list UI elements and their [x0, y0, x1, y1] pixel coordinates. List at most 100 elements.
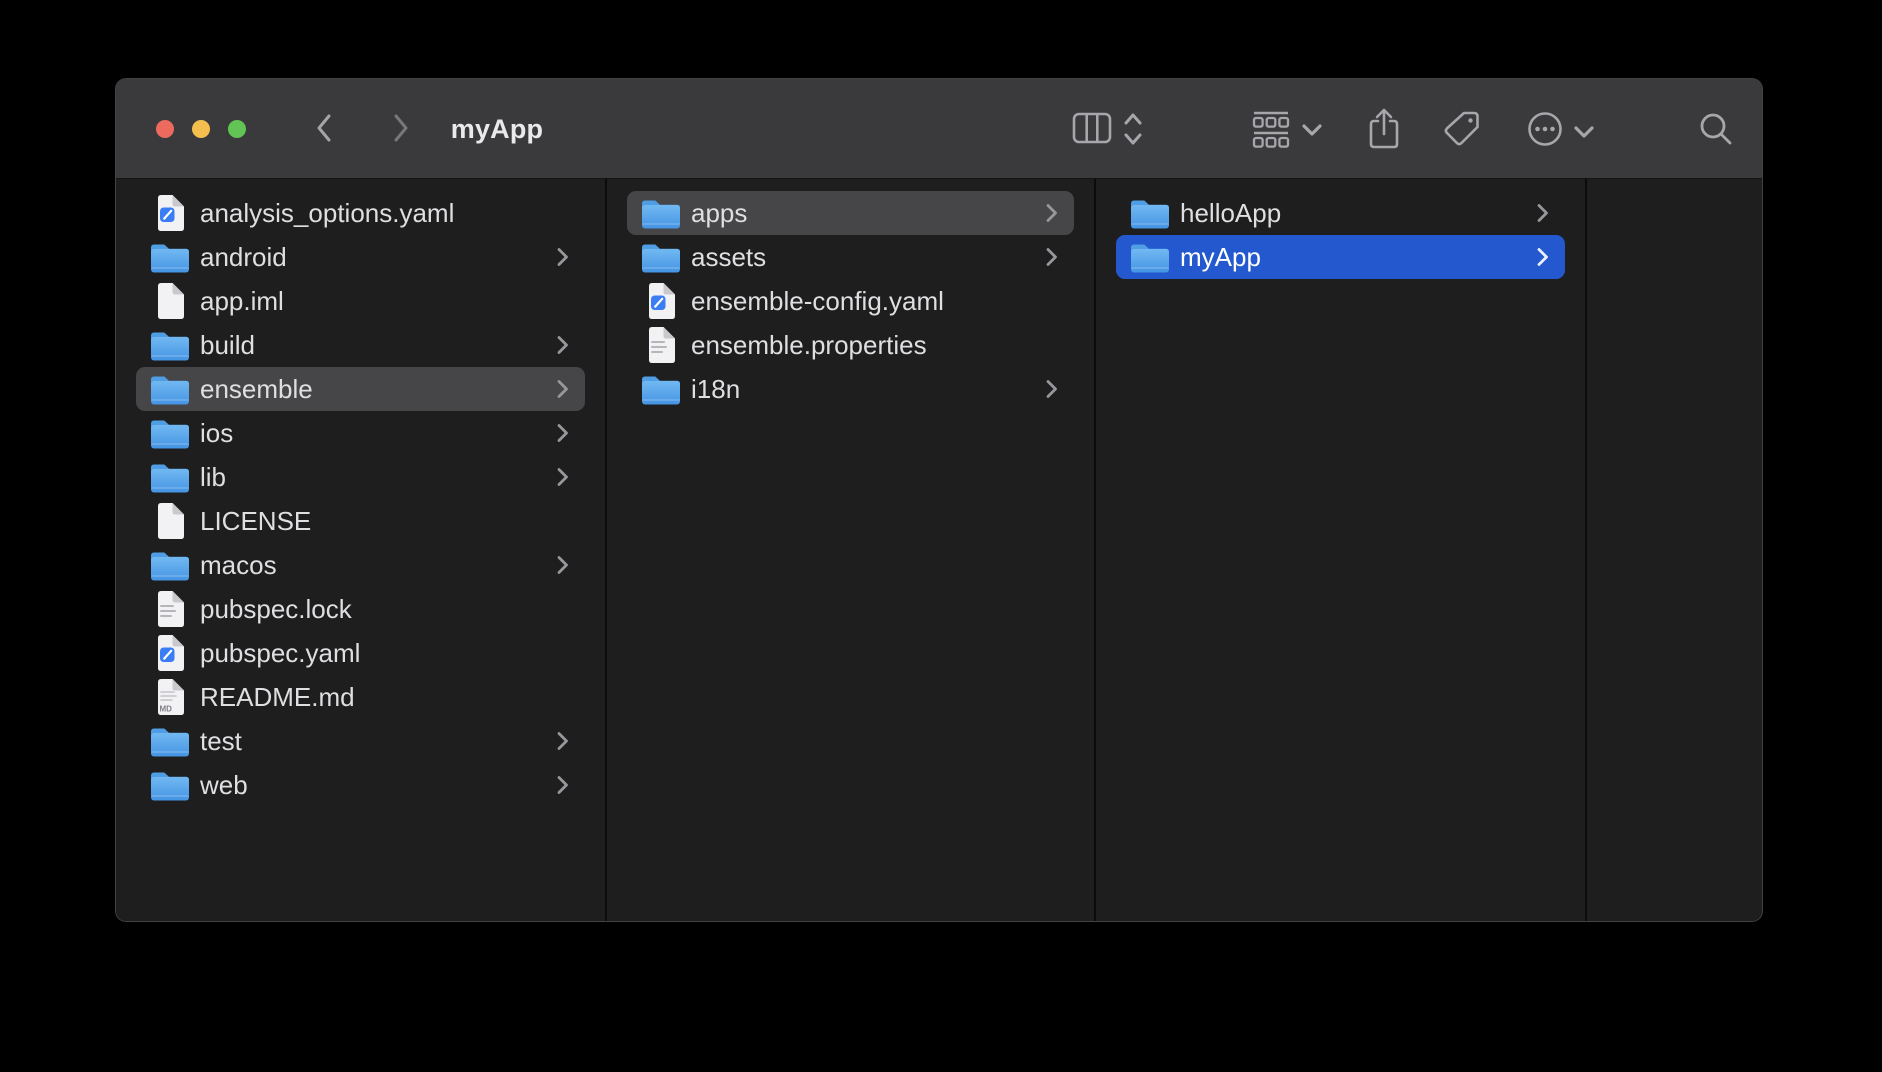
close-button[interactable] [156, 120, 174, 138]
share-button[interactable] [1366, 107, 1402, 153]
folder-row-apps[interactable]: apps [627, 191, 1074, 235]
file-row-license[interactable]: LICENSE [136, 499, 585, 543]
yaml-file-icon [640, 281, 682, 321]
folder-row-helloapp[interactable]: helloApp [1116, 191, 1565, 235]
more-options-icon [1526, 110, 1564, 151]
item-label: assets [691, 242, 1033, 273]
folder-row-test[interactable]: test [136, 719, 585, 763]
tags-button[interactable] [1441, 109, 1483, 151]
group-by-chevron-icon [1301, 123, 1323, 140]
item-label: build [200, 330, 544, 361]
folder-icon [640, 369, 682, 409]
more-options-chevron-icon [1573, 125, 1595, 142]
chevron-right-icon [556, 422, 569, 444]
file-row-ensemble-properties[interactable]: ensemble.properties [627, 323, 1074, 367]
folder-row-i18n[interactable]: i18n [627, 367, 1074, 411]
chevron-right-icon [556, 246, 569, 268]
text-file-icon [640, 325, 682, 365]
folder-icon [640, 193, 682, 233]
file-row-ensemble-config-yaml[interactable]: ensemble-config.yaml [627, 279, 1074, 323]
view-updown-chevrons-icon [1122, 110, 1144, 151]
folder-icon [149, 413, 191, 453]
folder-icon [149, 721, 191, 761]
folder-icon [1129, 237, 1171, 277]
folder-row-web[interactable]: web [136, 763, 585, 807]
columns-view-button[interactable] [1070, 112, 1114, 146]
chevron-right-icon [556, 378, 569, 400]
item-label: macos [200, 550, 544, 581]
chevron-right-icon [1045, 246, 1058, 268]
folder-icon [1129, 193, 1171, 233]
search-button[interactable] [1697, 111, 1735, 149]
folder-row-myapp[interactable]: myApp [1116, 235, 1565, 279]
chevron-right-icon [1045, 378, 1058, 400]
chevron-right-icon [556, 554, 569, 576]
group-by-icon [1251, 109, 1291, 152]
chevron-right-icon [556, 334, 569, 356]
item-label: i18n [691, 374, 1033, 405]
item-label: app.iml [200, 286, 569, 317]
item-label: lib [200, 462, 544, 493]
folder-icon [149, 457, 191, 497]
folder-row-android[interactable]: android [136, 235, 585, 279]
column-2: apps assets ensemble-config.yaml ensemble.p… [607, 179, 1094, 921]
yaml-file-icon [149, 193, 191, 233]
item-label: ios [200, 418, 544, 449]
chevron-right-icon [1045, 202, 1058, 224]
item-label: README.md [200, 682, 569, 713]
item-label: pubspec.lock [200, 594, 569, 625]
column-1: analysis_options.yamlandroid app.iml build… [116, 179, 605, 921]
back-chevron-icon [315, 113, 333, 146]
zoom-button[interactable] [228, 120, 246, 138]
folder-row-assets[interactable]: assets [627, 235, 1074, 279]
folder-icon [149, 369, 191, 409]
share-icon [1367, 107, 1401, 154]
item-label: ensemble [200, 374, 544, 405]
chevron-right-icon [556, 466, 569, 488]
document-icon [149, 281, 191, 321]
file-row-app-iml[interactable]: app.iml [136, 279, 585, 323]
finder-window: myApp [115, 78, 1763, 922]
toolbar: myApp [116, 79, 1762, 179]
minimize-button[interactable] [192, 120, 210, 138]
chevron-right-icon [556, 730, 569, 752]
item-label: LICENSE [200, 506, 569, 537]
folder-row-ensemble[interactable]: ensemble [136, 367, 585, 411]
more-options-button[interactable] [1525, 110, 1565, 150]
item-label: myApp [1180, 242, 1524, 273]
folder-icon [149, 325, 191, 365]
folder-icon [640, 237, 682, 277]
file-row-pubspec-yaml[interactable]: pubspec.yaml [136, 631, 585, 675]
group-by-button[interactable] [1249, 108, 1293, 152]
file-row-readme-md[interactable]: MD README.md [136, 675, 585, 719]
folder-icon [149, 545, 191, 585]
back-button[interactable] [312, 112, 336, 146]
folder-row-ios[interactable]: ios [136, 411, 585, 455]
text-file-icon [149, 589, 191, 629]
column-browser: analysis_options.yamlandroid app.iml build… [116, 179, 1762, 921]
folder-row-build[interactable]: build [136, 323, 585, 367]
column-4 [1587, 179, 1763, 921]
item-label: android [200, 242, 544, 273]
search-icon [1698, 111, 1734, 150]
item-label: apps [691, 198, 1033, 229]
item-label: helloApp [1180, 198, 1524, 229]
chevron-right-icon [556, 774, 569, 796]
folder-row-lib[interactable]: lib [136, 455, 585, 499]
yaml-file-icon [149, 633, 191, 673]
columns-view-icon [1072, 112, 1112, 147]
chevron-right-icon [1536, 202, 1549, 224]
file-row-analysis-options-yaml[interactable]: analysis_options.yaml [136, 191, 585, 235]
window-title: myApp [412, 79, 582, 179]
tags-icon [1442, 109, 1482, 152]
item-label: ensemble-config.yaml [691, 286, 1058, 317]
folder-icon [149, 765, 191, 805]
view-selector-button[interactable] [1120, 110, 1146, 150]
chevron-right-icon [1536, 246, 1549, 268]
file-row-pubspec-lock[interactable]: pubspec.lock [136, 587, 585, 631]
folder-row-macos[interactable]: macos [136, 543, 585, 587]
item-label: web [200, 770, 544, 801]
forward-button[interactable] [389, 112, 413, 146]
forward-chevron-icon [392, 113, 410, 146]
markdown-file-icon: MD [149, 677, 191, 717]
